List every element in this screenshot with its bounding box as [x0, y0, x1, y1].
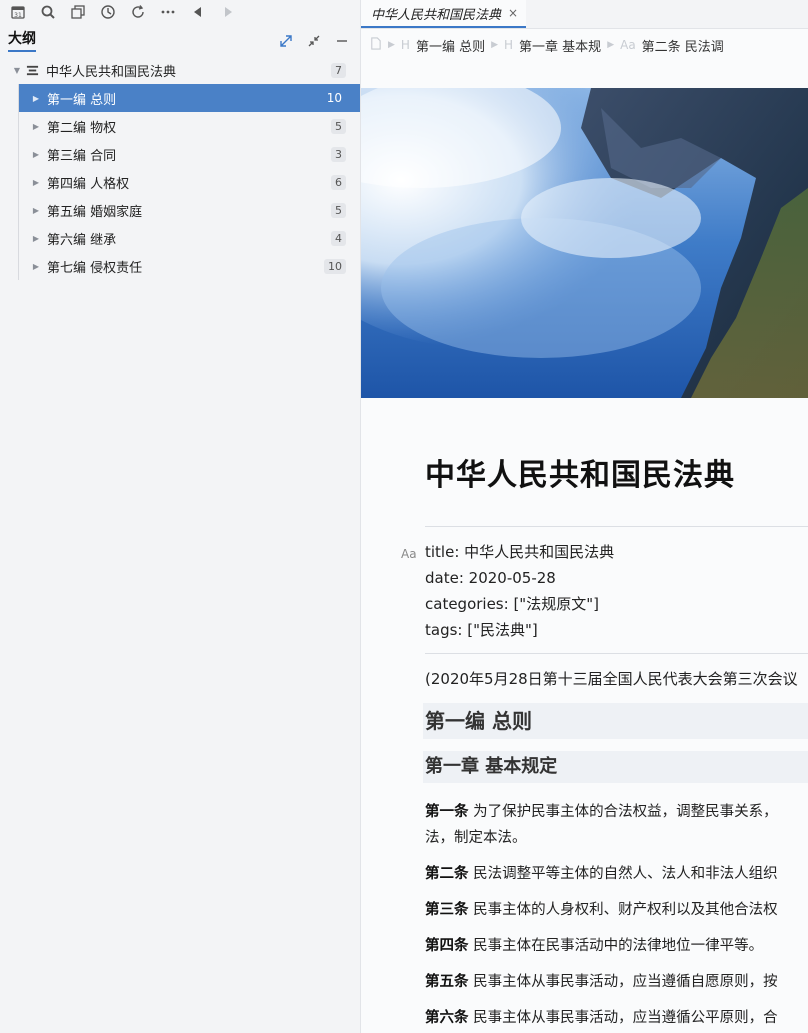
collapse-icon[interactable] — [304, 31, 324, 51]
expand-icon[interactable] — [276, 31, 296, 51]
document-icon — [26, 63, 40, 77]
chevron-down-icon[interactable]: ▼ — [12, 66, 22, 75]
frontmatter-date: date: 2020-05-28 — [425, 569, 556, 587]
breadcrumb-item[interactable]: 第一编 总则 — [416, 36, 485, 55]
outline-count: 7 — [331, 62, 346, 78]
heading-marker: H — [400, 38, 410, 52]
tab-label: 中华人民共和国民法典 — [371, 7, 502, 23]
article-text: 民法调整平等主体的自然人、法人和非法人组织 — [468, 866, 778, 882]
outline-item[interactable]: ▶ 第七编 侵权责任 10 — [18, 252, 360, 280]
article-text: 民事主体的人身权利、财产权利以及其他合法权 — [468, 902, 778, 918]
tab-bar: 中华人民共和国民法典 × — [361, 0, 808, 29]
outline-item[interactable]: ▶ 第三编 合同 3 — [18, 140, 360, 168]
outline-count: 10 — [326, 90, 342, 105]
chevron-right-icon[interactable]: ▶ — [31, 206, 41, 215]
chevron-right-icon[interactable]: ▶ — [31, 94, 41, 103]
outline-count: 6 — [331, 174, 346, 190]
document-body[interactable]: 中华人民共和国民法典 Aa title: 中华人民共和国民法典 date: 20… — [361, 398, 808, 1031]
heading-marker: H — [504, 38, 514, 52]
tab-document[interactable]: 中华人民共和国民法典 × — [361, 0, 527, 28]
chevron-right-icon[interactable]: ▶ — [31, 150, 41, 159]
panel-header: 大纲 — [0, 26, 360, 56]
outline-root[interactable]: ▼ 中华人民共和国民法典 7 — [0, 56, 360, 84]
refresh-icon[interactable] — [127, 1, 149, 23]
outline-count: 10 — [324, 258, 346, 274]
heading-part[interactable]: 第一编 总则 — [423, 703, 808, 739]
article-text: 民事主体从事民事活动，应当遵循公平原则，合 — [468, 1010, 778, 1026]
editor-pane: 中华人民共和国民法典 × ▶ H 第一编 总则 ▶ H 第一章 基本规 ▶ Aa… — [361, 0, 808, 1033]
back-icon[interactable] — [187, 1, 209, 23]
more-icon[interactable] — [157, 1, 179, 23]
outline-item-label: 第一编 总则 — [47, 92, 117, 108]
article-text: 民事主体在民事活动中的法律地位一律平等。 — [468, 938, 764, 954]
document-note[interactable]: (2020年5月28日第十三届全国人民代表大会第三次会议 — [425, 668, 808, 689]
svg-text:31: 31 — [14, 12, 22, 19]
frontmatter-categories: categories: ["法规原文"] — [425, 595, 599, 613]
frontmatter-tags: tags: ["民法典"] — [425, 621, 538, 639]
outline-count: 5 — [331, 202, 346, 218]
close-icon[interactable]: × — [508, 6, 518, 20]
banner-image — [361, 88, 808, 398]
chevron-right-icon: ▶ — [388, 40, 395, 50]
panel-title: 大纲 — [8, 31, 36, 52]
calendar-icon[interactable]: 31 — [7, 1, 29, 23]
outline-item-label: 第四编 人格权 — [47, 176, 130, 192]
chevron-right-icon[interactable]: ▶ — [31, 234, 41, 243]
file-icon[interactable] — [369, 36, 382, 54]
outline-item[interactable]: ▶ 第六编 继承 4 — [18, 224, 360, 252]
article-number: 第四条 — [425, 938, 469, 954]
outline-item-label: 第三编 合同 — [47, 148, 117, 164]
heading-chapter[interactable]: 第一章 基本规定 — [423, 751, 808, 783]
article-text: 民事主体从事民事活动，应当遵循自愿原则，按 — [468, 974, 778, 990]
article-number: 第二条 — [425, 866, 469, 882]
article-paragraph[interactable]: 第六条 民事主体从事民事活动，应当遵循公平原则，合 — [425, 1005, 808, 1031]
article-text: 法，制定本法。 — [425, 830, 527, 846]
outline-count: 4 — [331, 230, 346, 246]
outline-item[interactable]: ▶ 第二编 物权 5 — [18, 112, 360, 140]
minimize-icon[interactable] — [332, 31, 352, 51]
outline-count: 5 — [331, 118, 346, 134]
outline-count: 3 — [331, 146, 346, 162]
outline-item-label: 第七编 侵权责任 — [47, 260, 143, 276]
article-paragraph[interactable]: 第五条 民事主体从事民事活动，应当遵循自愿原则，按 — [425, 969, 808, 995]
frontmatter-title: title: 中华人民共和国民法典 — [425, 543, 615, 561]
document-title[interactable]: 中华人民共和国民法典 — [425, 450, 808, 494]
history-icon[interactable] — [97, 1, 119, 23]
article-number: 第六条 — [425, 1010, 469, 1026]
breadcrumb-item[interactable]: 第一章 基本规 — [519, 36, 601, 55]
article-paragraph[interactable]: 第一条 为了保护民事主体的合法权益，调整民事关系， 法，制定本法。 — [425, 799, 808, 851]
outline-item[interactable]: ▶ 第五编 婚姻家庭 5 — [18, 196, 360, 224]
article-paragraph[interactable]: 第三条 民事主体的人身权利、财产权利以及其他合法权 — [425, 897, 808, 923]
chevron-right-icon: ▶ — [491, 40, 499, 50]
copy-icon[interactable] — [67, 1, 89, 23]
article-number: 第一条 — [425, 804, 469, 820]
frontmatter-icon: Aa — [401, 547, 417, 561]
outline-item-label: 第五编 婚姻家庭 — [47, 204, 143, 220]
breadcrumb: ▶ H 第一编 总则 ▶ H 第一章 基本规 ▶ Aa 第二条 民法调 — [361, 29, 808, 61]
forward-icon[interactable] — [217, 1, 239, 23]
outline-root-label: 中华人民共和国民法典 — [46, 64, 177, 80]
outline-tree: ▼ 中华人民共和国民法典 7 ▶ 第一编 总则 10 ▶ 第二编 物权 5 ▶ … — [0, 56, 360, 280]
search-icon[interactable] — [37, 1, 59, 23]
article-text: 为了保护民事主体的合法权益，调整民事关系， — [468, 804, 778, 820]
chevron-right-icon[interactable]: ▶ — [31, 122, 41, 131]
article-paragraph[interactable]: 第二条 民法调整平等主体的自然人、法人和非法人组织 — [425, 861, 808, 887]
divider — [425, 526, 808, 527]
article-number: 第五条 — [425, 974, 469, 990]
outline-item[interactable]: ▶ 第一编 总则 10 — [18, 84, 360, 112]
outline-panel: 31 大纲 ▼ 中华人民共和国民法典 7 ▶ 第一编 总则 10 ▶ 第二编 物… — [0, 0, 361, 1033]
chevron-right-icon[interactable]: ▶ — [31, 262, 41, 271]
outline-item-label: 第二编 物权 — [47, 120, 117, 136]
paragraph-marker: Aa — [620, 38, 636, 52]
frontmatter-block[interactable]: Aa title: 中华人民共和国民法典 date: 2020-05-28 ca… — [401, 539, 808, 643]
toolbar: 31 — [0, 0, 360, 24]
outline-item[interactable]: ▶ 第四编 人格权 6 — [18, 168, 360, 196]
outline-item-label: 第六编 继承 — [47, 232, 117, 248]
breadcrumb-item[interactable]: 第二条 民法调 — [642, 36, 724, 55]
chevron-right-icon: ▶ — [607, 40, 615, 50]
divider — [425, 653, 808, 654]
chevron-right-icon[interactable]: ▶ — [31, 178, 41, 187]
article-paragraph[interactable]: 第四条 民事主体在民事活动中的法律地位一律平等。 — [425, 933, 808, 959]
article-number: 第三条 — [425, 902, 469, 918]
